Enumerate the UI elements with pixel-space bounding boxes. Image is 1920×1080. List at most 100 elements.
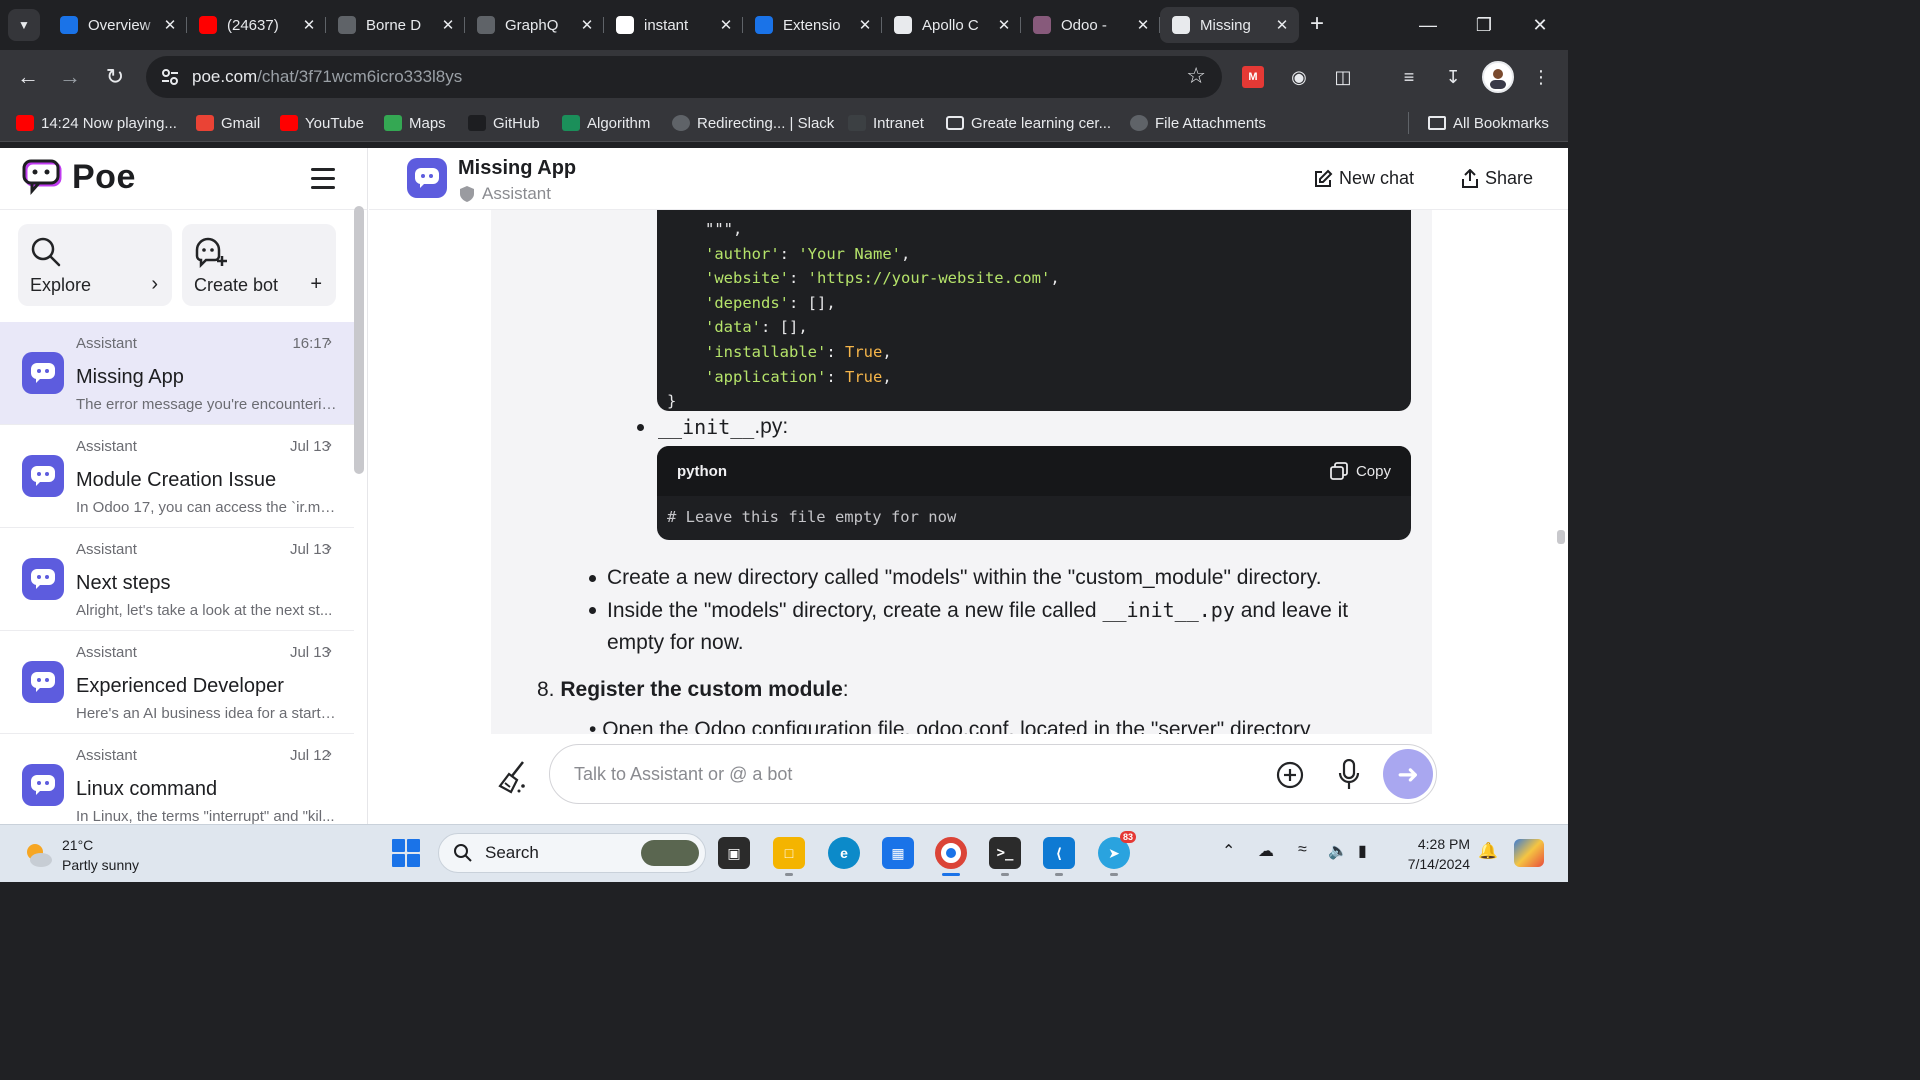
close-tab-icon[interactable]: ✕ [717,16,735,34]
close-tab-icon[interactable]: ✕ [1273,16,1291,34]
chevron-up-icon[interactable]: ⌃ [1222,841,1235,861]
poe-logo[interactable]: Poe [22,157,136,197]
system-clock[interactable]: 4:28 PM 7/14/2024 [1396,834,1470,874]
browser-tab[interactable]: GraphQ ✕ [465,7,604,43]
bookmark-item[interactable]: YouTube [280,113,364,133]
chrome-icon[interactable] [935,837,967,869]
chat-list-item[interactable]: Assistant Jul 13 › Experienced Developer Her… [0,631,354,734]
chat-list-item[interactable]: Assistant Jul 13 › Next steps Alright, let's… [0,528,354,631]
chat-list-item[interactable]: Assistant Jul 12 › Linux command In Linux, t… [0,734,354,824]
chat-subtitle[interactable]: Assistant [460,184,551,204]
terminal-icon[interactable]: >_ [989,837,1021,869]
store-icon[interactable]: ▦ [882,837,914,869]
message-input-box[interactable]: ➜ [549,744,1437,804]
wifi-icon[interactable]: ≈ [1298,841,1307,859]
chat-title: Missing App [458,157,577,179]
close-tab-icon[interactable]: ✕ [300,16,318,34]
all-bookmarks-button[interactable]: All Bookmarks [1428,113,1549,133]
hamburger-menu-icon[interactable] [311,168,335,190]
back-button[interactable]: ← [12,61,44,93]
task-view-icon[interactable]: ▣ [718,837,750,869]
file-explorer-icon[interactable]: □ [773,837,805,869]
browser-tab[interactable]: Missing ✕ [1160,7,1299,43]
bookmark-item[interactable]: Greate learning cer... [946,113,1111,133]
code-line: 'data': [], [705,318,808,337]
chat-scrollbar[interactable] [1557,530,1565,544]
bookmark-item[interactable]: File Attachments [1130,113,1266,133]
chat-list-item[interactable]: Assistant 16:17 › Missing App The error mess… [0,322,354,425]
github-icon [468,115,486,131]
battery-icon[interactable]: ▮ [1358,841,1367,861]
windows-start-button[interactable] [392,839,420,867]
create-bot-button[interactable]: Create bot + [182,224,336,306]
close-tab-icon[interactable]: ✕ [161,16,179,34]
message-input[interactable] [574,761,1234,787]
close-window-button[interactable]: ✕ [1512,0,1568,50]
close-tab-icon[interactable]: ✕ [995,16,1013,34]
explore-button[interactable]: Explore › [18,224,172,306]
onedrive-icon[interactable]: ☁ [1258,841,1274,861]
bookmark-item[interactable]: GitHub [468,113,540,133]
close-tab-icon[interactable]: ✕ [439,16,457,34]
browser-tab[interactable]: Borne D ✕ [326,7,465,43]
restore-button[interactable]: ❐ [1456,0,1512,50]
extensions-puzzle-icon[interactable]: ◫ [1330,64,1356,90]
browser-menu-icon[interactable]: ⋮ [1528,64,1554,90]
vscode-icon[interactable]: ⟨ [1043,837,1075,869]
share-button[interactable]: Share [1461,168,1533,189]
new-chat-button[interactable]: New chat [1313,168,1414,189]
bookmark-item[interactable]: Redirecting... | Slack [672,113,834,133]
close-tab-icon[interactable]: ✕ [856,16,874,34]
notification-bell-icon[interactable]: 🔔 [1478,841,1498,861]
code-comment: # Leave this file empty for now [667,508,957,526]
init-file-bullet: __init__ .py: [637,415,788,439]
copy-code-button[interactable]: Copy [1330,462,1391,480]
sidebar-scrollbar[interactable] [354,206,364,474]
chat-list-item[interactable]: Assistant Jul 13 › Module Creation Issue In … [0,425,354,528]
close-tab-icon[interactable]: ✕ [1134,16,1152,34]
bookmark-item[interactable]: Gmail [196,113,260,133]
browser-tab[interactable]: Overview ✕ [48,7,187,43]
browser-tab[interactable]: Apollo C ✕ [882,7,1021,43]
bot-avatar[interactable] [407,158,447,198]
copilot-icon[interactable] [1514,839,1544,867]
weather-widget[interactable]: 21°C Partly sunny [22,835,139,875]
browser-tab[interactable]: instant ✕ [604,7,743,43]
poe-app: Poe Explore › Create bot + Assistant 16:1… [0,148,1568,824]
new-tab-button[interactable]: + [1302,10,1332,40]
owl-extension-icon[interactable]: ◉ [1286,64,1312,90]
bookmark-item[interactable]: Maps [384,113,446,133]
download-icon[interactable]: ↧ [1440,64,1466,90]
plus-icon: + [310,273,322,295]
composer: ➜ [369,734,1568,824]
send-button[interactable]: ➜ [1383,749,1433,799]
volume-icon[interactable]: 🔈 [1328,841,1348,861]
attach-plus-icon[interactable] [1276,761,1304,789]
bot-avatar [22,455,64,497]
chat-bot-name: Assistant [76,335,137,352]
edge-icon[interactable]: e [828,837,860,869]
forward-button[interactable]: → [54,61,86,93]
bookmark-star-icon[interactable]: ☆ [1186,63,1206,89]
tab-search-button[interactable]: ▼ [8,9,40,41]
browser-tab[interactable]: (24637) ✕ [187,7,326,43]
taskbar-search[interactable]: Search [438,833,706,873]
reading-list-icon[interactable]: ≡ [1396,64,1422,90]
youtube-icon [16,115,34,131]
minimize-button[interactable]: — [1400,0,1456,50]
bookmark-item[interactable]: 14:24 Now playing... [16,113,177,133]
browser-tab[interactable]: Odoo - ✕ [1021,7,1160,43]
profile-avatar[interactable] [1482,61,1514,93]
bookmark-item[interactable]: Intranet [848,113,924,133]
clear-context-broom-icon[interactable] [497,760,529,794]
address-bar[interactable]: poe.com/chat/3f71wcm6icro333l8ys ☆ [146,56,1222,98]
microphone-icon[interactable] [1338,759,1360,791]
chevron-down-icon: ▼ [18,18,30,32]
reload-button[interactable]: ↻ [99,61,131,93]
close-tab-icon[interactable]: ✕ [578,16,596,34]
bookmark-item[interactable]: Algorithm [562,113,650,133]
site-settings-icon[interactable] [160,67,180,87]
telegram-icon[interactable]: ➤ 83 [1098,831,1136,869]
mendeley-extension-icon[interactable]: M [1242,66,1264,88]
browser-tab[interactable]: Extensio ✕ [743,7,882,43]
